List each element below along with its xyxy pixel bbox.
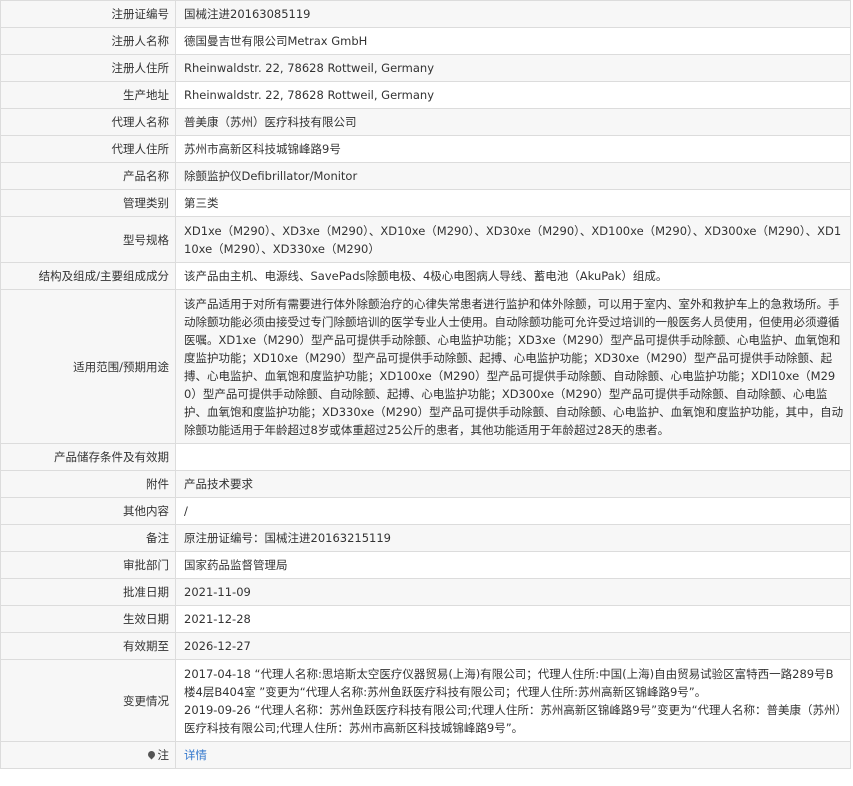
row-label: 注: [0, 741, 176, 769]
details-link[interactable]: 详情: [184, 748, 207, 762]
row-agent-address: 代理人住所 苏州市高新区科技城锦峰路9号: [0, 135, 851, 163]
row-approval-department: 审批部门 国家药品监督管理局: [0, 551, 851, 579]
row-label: 型号规格: [0, 216, 176, 263]
row-storage-conditions: 产品储存条件及有效期: [0, 443, 851, 471]
row-registration-number: 注册证编号 国械注进20163085119: [0, 0, 851, 28]
row-agent-name: 代理人名称 普美康（苏州）医疗科技有限公司: [0, 108, 851, 136]
row-value: 该产品由主机、电源线、SavePads除颤电极、4极心电图病人导线、蓄电池（Ak…: [175, 262, 851, 290]
row-label: 附件: [0, 470, 176, 498]
row-label: 生效日期: [0, 605, 176, 633]
row-label: 代理人住所: [0, 135, 176, 163]
row-value: /: [175, 497, 851, 525]
row-value: 原注册证编号：国械注进20163215119: [175, 524, 851, 552]
row-value: [175, 443, 851, 471]
row-value: 2017-04-18 “代理人名称:思培斯太空医疗仪器贸易(上海)有限公司；代理…: [175, 659, 851, 742]
row-label: 备注: [0, 524, 176, 552]
row-value: Rheinwaldstr. 22, 78628 Rottweil, German…: [175, 81, 851, 109]
row-product-name: 产品名称 除颤监护仪Defibrillator/Monitor: [0, 162, 851, 190]
row-management-class: 管理类别 第三类: [0, 189, 851, 217]
row-label: 审批部门: [0, 551, 176, 579]
row-effective-date: 生效日期 2021-12-28: [0, 605, 851, 633]
row-registrant-address: 注册人住所 Rheinwaldstr. 22, 78628 Rottweil, …: [0, 54, 851, 82]
row-label: 产品名称: [0, 162, 176, 190]
change-entry: 2019-09-26 “代理人名称：苏州鱼跃医疗科技有限公司;代理人住所：苏州高…: [184, 702, 842, 735]
row-change-history: 变更情况 2017-04-18 “代理人名称:思培斯太空医疗仪器贸易(上海)有限…: [0, 659, 851, 742]
row-value: 产品技术要求: [175, 470, 851, 498]
row-value: 国械注进20163085119: [175, 0, 851, 28]
row-value: 2021-11-09: [175, 578, 851, 606]
row-label: 产品储存条件及有效期: [0, 443, 176, 471]
row-label: 管理类别: [0, 189, 176, 217]
row-label: 生产地址: [0, 81, 176, 109]
row-value: 第三类: [175, 189, 851, 217]
row-value: XD1xe（M290）、XD3xe（M290）、XD10xe（M290）、XD3…: [175, 216, 851, 263]
row-attachment: 附件 产品技术要求: [0, 470, 851, 498]
change-entry: 2017-04-18 “代理人名称:思培斯太空医疗仪器贸易(上海)有限公司；代理…: [184, 666, 834, 699]
row-label: 批准日期: [0, 578, 176, 606]
row-valid-until: 有效期至 2026-12-27: [0, 632, 851, 660]
row-registrant-name: 注册人名称 德国曼吉世有限公司Metrax GmbH: [0, 27, 851, 55]
row-intended-use: 适用范围/预期用途 该产品适用于对所有需要进行体外除颤治疗的心律失常患者进行监护…: [0, 289, 851, 444]
row-value: Rheinwaldstr. 22, 78628 Rottweil, German…: [175, 54, 851, 82]
row-value: 2026-12-27: [175, 632, 851, 660]
row-value: 该产品适用于对所有需要进行体外除颤治疗的心律失常患者进行监护和体外除颤，可以用于…: [175, 289, 851, 444]
row-value: 国家药品监督管理局: [175, 551, 851, 579]
row-label: 其他内容: [0, 497, 176, 525]
row-label: 结构及组成/主要组成成分: [0, 262, 176, 290]
row-value: 德国曼吉世有限公司Metrax GmbH: [175, 27, 851, 55]
row-value: 2021-12-28: [175, 605, 851, 633]
row-label: 注册人住所: [0, 54, 176, 82]
row-value: 除颤监护仪Defibrillator/Monitor: [175, 162, 851, 190]
row-production-address: 生产地址 Rheinwaldstr. 22, 78628 Rottweil, G…: [0, 81, 851, 109]
note-label: 注: [157, 748, 170, 762]
row-approval-date: 批准日期 2021-11-09: [0, 578, 851, 606]
row-note: 注 详情: [0, 741, 851, 769]
row-value: 普美康（苏州）医疗科技有限公司: [175, 108, 851, 136]
row-label: 注册证编号: [0, 0, 176, 28]
row-value: 苏州市高新区科技城锦峰路9号: [175, 135, 851, 163]
row-label: 适用范围/预期用途: [0, 289, 176, 444]
row-value: 详情: [175, 741, 851, 769]
device-registration-table: 注册证编号 国械注进20163085119 注册人名称 德国曼吉世有限公司Met…: [0, 0, 851, 769]
location-pin-icon: [146, 749, 156, 760]
row-label: 变更情况: [0, 659, 176, 742]
row-label: 有效期至: [0, 632, 176, 660]
row-label: 注册人名称: [0, 27, 176, 55]
row-model-spec: 型号规格 XD1xe（M290）、XD3xe（M290）、XD10xe（M290…: [0, 216, 851, 263]
row-structure: 结构及组成/主要组成成分 该产品由主机、电源线、SavePads除颤电极、4极心…: [0, 262, 851, 290]
row-other-content: 其他内容 /: [0, 497, 851, 525]
row-label: 代理人名称: [0, 108, 176, 136]
row-remarks: 备注 原注册证编号：国械注进20163215119: [0, 524, 851, 552]
